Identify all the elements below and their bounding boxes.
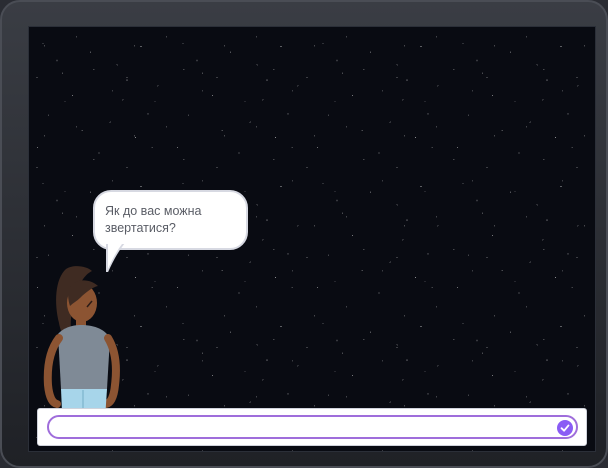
checkmark-icon [560,424,570,432]
answer-input[interactable] [47,415,578,439]
answer-bar [37,408,587,446]
window-frame: Як до вас можна звертатися? [0,0,608,468]
question-text: Як до вас можна звертатися? [105,204,202,235]
submit-answer-button[interactable] [557,420,573,436]
stage-canvas: Як до вас можна звертатися? [28,26,596,452]
speech-bubble: Як до вас можна звертатися? [93,190,248,250]
